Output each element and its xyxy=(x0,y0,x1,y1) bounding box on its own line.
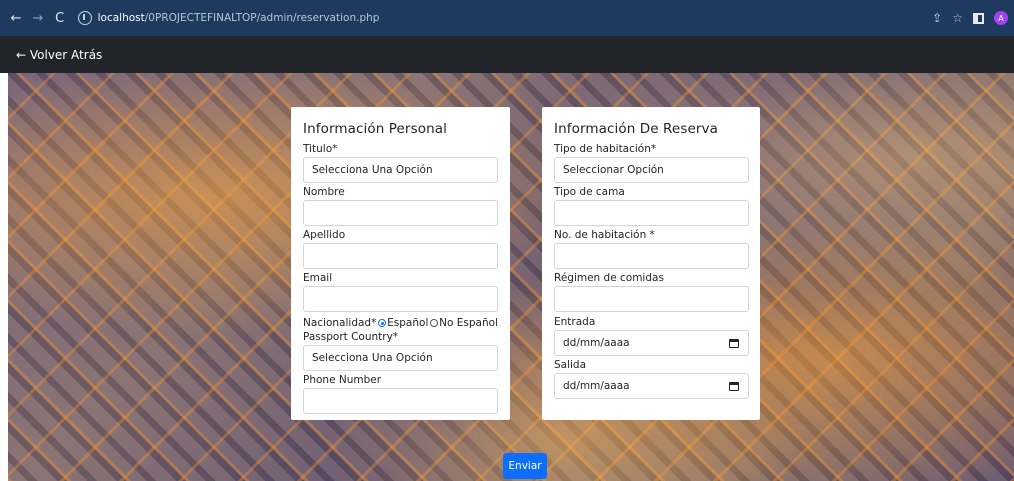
entrada-date-input[interactable]: dd/mm/aaaa xyxy=(554,330,749,356)
phone-input[interactable] xyxy=(303,388,498,414)
nombre-label: Nombre xyxy=(303,186,345,198)
passport-select-value: Selecciona Una Opción xyxy=(312,352,433,364)
radio-no-espanol-label[interactable]: No Español xyxy=(439,316,498,330)
salida-placeholder: dd/mm/aaaa xyxy=(563,380,630,392)
nacionalidad-label: Nacionalidad* xyxy=(303,317,377,329)
nombre-input[interactable] xyxy=(303,200,498,226)
city-background-image xyxy=(8,73,1014,481)
url-text: localhost/0PROJECTEFINALTOP/admin/reserv… xyxy=(97,12,380,24)
star-icon[interactable]: ☆ xyxy=(952,11,963,25)
email-label: Email xyxy=(303,272,333,284)
regimen-input[interactable] xyxy=(554,286,749,312)
entrada-label: Entrada xyxy=(554,316,596,328)
browser-toolbar: ← → C localhost/0PROJECTEFINALTOP/admin/… xyxy=(0,0,1014,36)
apellido-input[interactable] xyxy=(303,243,498,269)
calendar-icon[interactable] xyxy=(729,381,739,391)
titulo-select-value: Selecciona Una Opción xyxy=(312,164,433,176)
email-input[interactable] xyxy=(303,286,498,312)
submit-button[interactable]: Enviar xyxy=(503,453,547,479)
passport-select[interactable]: Selecciona Una Opción xyxy=(303,345,498,371)
tipo-habitacion-label: Tipo de habitación* xyxy=(554,143,657,155)
phone-label: Phone Number xyxy=(303,374,382,386)
salida-label: Salida xyxy=(554,359,587,371)
profile-avatar[interactable]: A xyxy=(994,11,1008,25)
site-info-icon[interactable] xyxy=(77,11,92,25)
no-habitacion-input[interactable] xyxy=(554,243,749,269)
reservation-info-title: Información De Reserva xyxy=(554,121,718,137)
no-habitacion-label: No. de habitación * xyxy=(554,229,655,241)
side-panel-icon[interactable] xyxy=(973,12,984,24)
passport-label: Passport Country* xyxy=(303,331,399,343)
personal-info-title: Información Personal xyxy=(303,121,447,137)
personal-info-card: Información Personal Titulo* Selecciona … xyxy=(291,107,510,420)
tipo-cama-label: Tipo de cama xyxy=(554,186,625,198)
titulo-label: Titulo* xyxy=(303,143,338,155)
calendar-icon[interactable] xyxy=(729,338,739,348)
browser-actions: ⇪ ☆ A xyxy=(932,11,1008,25)
tipo-cama-input[interactable] xyxy=(554,200,749,226)
regimen-label: Régimen de comidas xyxy=(554,272,664,284)
nacionalidad-group: Nacionalidad* Español No Español xyxy=(303,316,498,330)
back-link[interactable]: ← Volver Atrás xyxy=(16,48,102,62)
entrada-placeholder: dd/mm/aaaa xyxy=(563,337,630,349)
tipo-habitacion-value: Seleccionar Opción xyxy=(563,164,664,176)
arrow-left-icon[interactable]: ← xyxy=(6,8,26,28)
radio-espanol-label[interactable]: Español xyxy=(387,316,428,330)
titulo-select[interactable]: Selecciona Una Opción xyxy=(303,157,498,183)
radio-espanol[interactable] xyxy=(378,319,387,327)
page-left-edge xyxy=(0,73,8,481)
address-bar[interactable]: localhost/0PROJECTEFINALTOP/admin/reserv… xyxy=(77,6,933,30)
app-navbar: ← Volver Atrás xyxy=(0,36,1014,73)
tipo-habitacion-select[interactable]: Seleccionar Opción xyxy=(554,157,749,183)
apellido-label: Apellido xyxy=(303,229,346,241)
share-icon[interactable]: ⇪ xyxy=(932,11,942,25)
reload-icon[interactable]: C xyxy=(50,8,70,28)
reservation-info-card: Información De Reserva Tipo de habitació… xyxy=(542,107,760,420)
radio-no-espanol[interactable] xyxy=(430,319,439,327)
salida-date-input[interactable]: dd/mm/aaaa xyxy=(554,373,749,399)
arrow-right-icon[interactable]: → xyxy=(28,8,48,28)
